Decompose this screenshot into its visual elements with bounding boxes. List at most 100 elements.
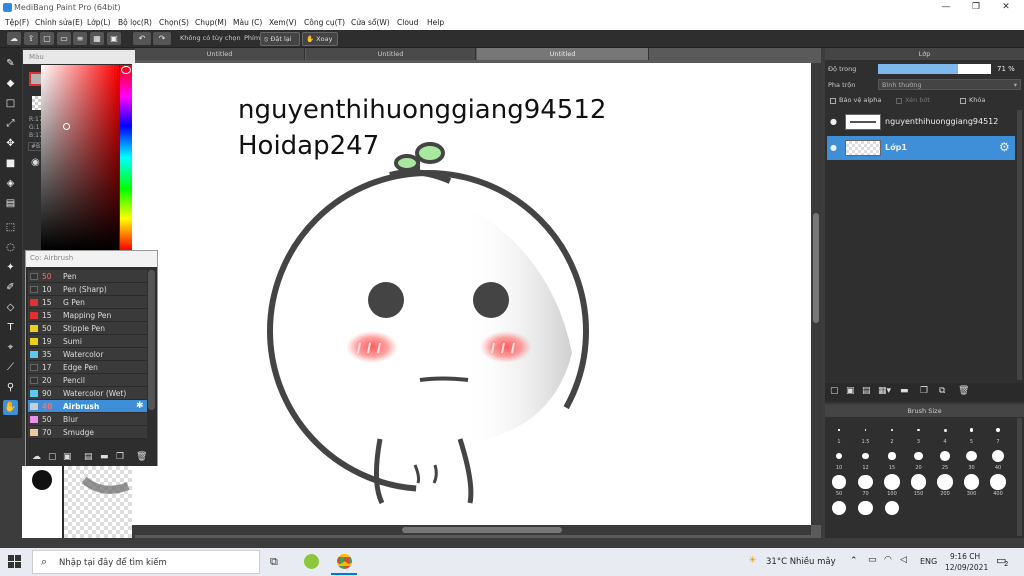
- brush-settings-gear-icon[interactable]: ✱: [136, 401, 144, 411]
- brush-size-cell[interactable]: 400: [986, 472, 1010, 497]
- list-icon[interactable]: ≡: [73, 32, 87, 45]
- palette-icon[interactable]: ◉: [31, 157, 40, 168]
- weather-text[interactable]: 31°C Nhiều mây: [766, 557, 836, 567]
- clock-date[interactable]: 12/09/2021: [945, 563, 988, 572]
- chrome-icon[interactable]: [337, 554, 352, 569]
- brush-item[interactable]: 50 Blur: [28, 413, 147, 426]
- saturation-square[interactable]: [41, 65, 119, 250]
- undo-button[interactable]: ↶: [133, 32, 151, 45]
- bucket-tool-icon[interactable]: ◈: [3, 176, 18, 191]
- brush-size-cell[interactable]: 1.5: [853, 420, 878, 445]
- select-tool-icon[interactable]: ⬚: [3, 220, 18, 235]
- window-icon[interactable]: ▣: [107, 32, 121, 45]
- vertical-scrollbar[interactable]: [811, 63, 821, 525]
- brush-size-cell[interactable]: 1: [827, 420, 851, 445]
- brush-item-selected[interactable]: 40 Airbrush ✱: [28, 400, 147, 413]
- cloud-icon[interactable]: ☁: [7, 32, 21, 45]
- brush-size-cell[interactable]: 70: [853, 472, 878, 497]
- blend-mode-select[interactable]: Bình thường ▾: [878, 79, 1021, 90]
- clipping-checkbox[interactable]: [896, 98, 902, 104]
- vertical-scroll-thumb[interactable]: [813, 213, 819, 323]
- dot-tool-icon[interactable]: □: [3, 96, 18, 111]
- hand-tool-icon[interactable]: ✋: [3, 400, 18, 415]
- brush-size-cell[interactable]: 7: [986, 420, 1010, 445]
- new-brush-icon[interactable]: ▢: [48, 452, 57, 462]
- brush-size-cell[interactable]: 25: [933, 446, 957, 471]
- tab-untitled-1[interactable]: Untitled: [135, 48, 305, 60]
- brush-size-cell[interactable]: 150: [906, 472, 931, 497]
- duplicate-icon[interactable]: ❐: [920, 386, 928, 396]
- select-eraser-icon[interactable]: ◇: [3, 300, 18, 315]
- menu-layer[interactable]: Lớp(L): [87, 18, 111, 27]
- cloud-brush-icon[interactable]: ☁: [32, 452, 41, 462]
- add-layer-icon[interactable]: ▣: [846, 386, 855, 396]
- new-file-icon[interactable]: ▢: [40, 32, 54, 45]
- color-picker-cursor[interactable]: [63, 123, 70, 130]
- trash-icon[interactable]: 🗑: [958, 386, 969, 396]
- layer-row-selected[interactable]: ● Lớp1 ⚙: [827, 136, 1015, 160]
- brush-item[interactable]: 15 Mapping Pen: [28, 309, 147, 322]
- clock-time[interactable]: 9:16 CH: [950, 552, 980, 561]
- eye-icon[interactable]: ●: [830, 143, 837, 152]
- brush-size-cell[interactable]: [880, 498, 904, 523]
- menu-select[interactable]: Chọn(S): [159, 18, 189, 27]
- brush-size-cell[interactable]: [853, 498, 878, 523]
- brush-size-cell[interactable]: 12: [853, 446, 878, 471]
- windows-start-icon[interactable]: [8, 555, 22, 569]
- wifi-icon[interactable]: ◠: [884, 555, 892, 565]
- share-icon[interactable]: ⇪: [24, 32, 38, 45]
- close-button[interactable]: ✕: [996, 2, 1016, 14]
- brush-size-cell[interactable]: 40: [986, 446, 1010, 471]
- chevron-up-icon[interactable]: ⌃: [850, 556, 858, 566]
- merge-icon[interactable]: ⧉: [939, 386, 945, 396]
- brush-size-cell[interactable]: [827, 498, 851, 523]
- minimize-button[interactable]: —: [936, 2, 956, 14]
- menu-file[interactable]: Tệp(F): [5, 18, 29, 27]
- brush-size-cell[interactable]: 10: [827, 446, 851, 471]
- text-tool-icon[interactable]: T: [3, 320, 18, 335]
- protect-alpha-checkbox[interactable]: [830, 98, 836, 104]
- comment-icon[interactable]: ▭: [57, 32, 71, 45]
- brush-size-cell[interactable]: 200: [933, 472, 957, 497]
- transform-tool-icon[interactable]: ✥: [3, 136, 18, 151]
- reset-button[interactable]: ⦸ Đặt lại: [260, 32, 300, 46]
- menu-tools[interactable]: Công cụ(T): [304, 18, 345, 27]
- add-dropdown-icon[interactable]: ▦▾: [878, 386, 891, 396]
- new-layer-icon[interactable]: ▢: [830, 386, 839, 396]
- brush-item[interactable]: 90 Watercolor (Wet): [28, 387, 147, 400]
- brush-size-cell[interactable]: 15: [880, 446, 904, 471]
- lock-checkbox[interactable]: [960, 98, 966, 104]
- move-tool-icon[interactable]: ⤢: [3, 116, 18, 131]
- opacity-slider[interactable]: [878, 64, 991, 74]
- page-icon[interactable]: ▤: [862, 386, 871, 396]
- lasso-tool-icon[interactable]: ◌: [3, 240, 18, 255]
- brush-item[interactable]: 10 Pen (Sharp): [28, 283, 147, 296]
- trash-icon[interactable]: 🗑: [136, 452, 147, 462]
- menu-filter[interactable]: Bộ lọc(R): [118, 18, 152, 27]
- input-language[interactable]: ENG: [920, 557, 937, 566]
- maximize-button[interactable]: ❐: [966, 2, 986, 14]
- menu-snap[interactable]: Chụp(M): [195, 18, 227, 27]
- redo-button[interactable]: ↷: [153, 32, 171, 45]
- brush-size-cell[interactable]: 3: [906, 420, 931, 445]
- brush-size-cell[interactable]: 100: [880, 472, 904, 497]
- network-icon[interactable]: ▭: [868, 555, 877, 565]
- folder-icon[interactable]: ▬: [900, 386, 909, 396]
- folder-icon[interactable]: ▬: [100, 452, 109, 462]
- duplicate-icon[interactable]: ❐: [116, 452, 124, 462]
- brush-size-cell[interactable]: 4: [933, 420, 957, 445]
- operation-tool-icon[interactable]: ⌖: [3, 340, 18, 355]
- eraser-tool-icon[interactable]: ◆: [3, 76, 18, 91]
- gear-icon[interactable]: ⚙: [999, 140, 1010, 154]
- brush-size-cell[interactable]: 30: [959, 446, 984, 471]
- menu-edit[interactable]: Chỉnh sửa(E): [35, 18, 83, 27]
- horizontal-scroll-thumb[interactable]: [402, 527, 562, 533]
- tab-untitled-3[interactable]: Untitled: [477, 48, 649, 60]
- task-view-icon[interactable]: ⧉: [270, 555, 278, 569]
- menu-view[interactable]: Xem(V): [269, 18, 297, 27]
- rotate-button[interactable]: ✋ Xoay: [302, 32, 338, 46]
- brush-item[interactable]: 17 Edge Pen: [28, 361, 147, 374]
- add-brush-icon[interactable]: ▣: [63, 452, 72, 462]
- layer-scrollbar[interactable]: [1017, 110, 1022, 380]
- drawing-canvas[interactable]: nguyenthihuonggiang94512 Hoidap247: [132, 63, 811, 525]
